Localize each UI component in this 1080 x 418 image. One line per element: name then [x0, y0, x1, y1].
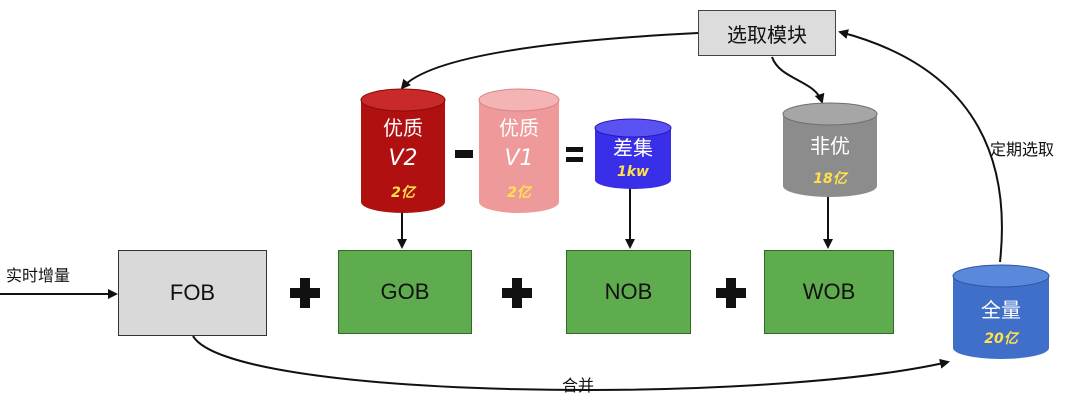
quality-v1-version: V1 — [504, 146, 534, 171]
plus-icon — [502, 278, 532, 308]
fob-label: FOB — [169, 280, 216, 305]
merge-label: 合并 — [562, 376, 595, 395]
diff-set-title: 差集 — [613, 136, 653, 160]
cylinder-non-quality: 非优 18亿 — [782, 102, 878, 198]
cylinder-diff-set: 差集 1kw — [594, 118, 672, 190]
quality-v2-count: 2亿 — [391, 185, 415, 201]
select-module-label: 选取模块 — [727, 22, 807, 47]
non-quality-count: 18亿 — [813, 171, 847, 187]
full-count: 20亿 — [984, 331, 1018, 347]
nob-box: NOB — [566, 250, 691, 334]
plus-icon — [290, 278, 320, 308]
cylinder-quality-v2: 优质 V2 2亿 — [360, 88, 446, 214]
arrow-select-to-nonquality — [771, 56, 825, 104]
quality-v2-version: V2 — [388, 146, 418, 171]
wob-label: WOB — [802, 279, 856, 304]
select-module-box: 选取模块 — [698, 10, 836, 56]
equals-icon — [566, 147, 583, 162]
plus-icon — [716, 278, 746, 308]
cylinder-full: 全量 20亿 — [952, 264, 1050, 360]
realtime-increment-label: 实时增量 — [6, 266, 71, 285]
gob-box: GOB — [338, 250, 472, 334]
nob-label: NOB — [604, 279, 653, 304]
diff-set-count: 1kw — [617, 164, 649, 180]
minus-icon — [455, 150, 473, 158]
quality-v2-title: 优质 — [383, 116, 423, 140]
fob-box: FOB — [118, 250, 267, 336]
wob-box: WOB — [764, 250, 894, 334]
full-title: 全量 — [981, 298, 1021, 322]
non-quality-title: 非优 — [810, 134, 850, 158]
arrow-select-to-v2 — [400, 32, 699, 90]
gob-label: GOB — [380, 279, 430, 304]
quality-v1-count: 2亿 — [507, 185, 531, 201]
periodic-select-label: 定期选取 — [990, 140, 1055, 159]
cylinder-quality-v1: 优质 V1 2亿 — [478, 88, 560, 214]
quality-v1-title: 优质 — [499, 116, 539, 140]
